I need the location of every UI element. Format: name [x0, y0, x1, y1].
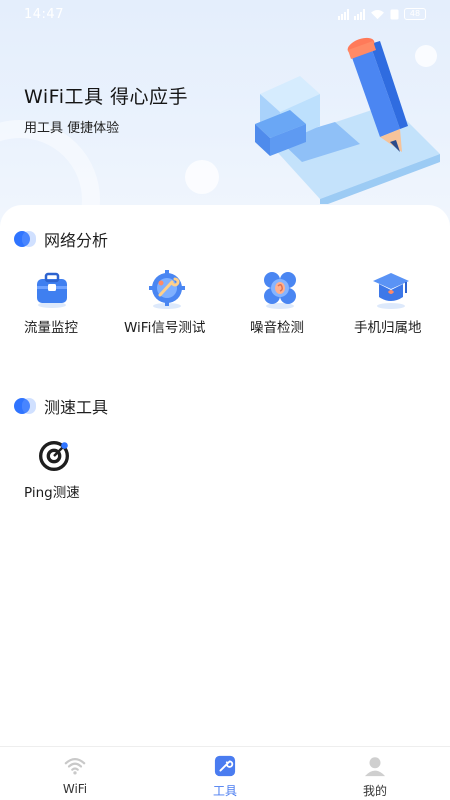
hero-subtitle: 用工具 便捷体验 [24, 121, 120, 136]
wifi-status-icon [370, 9, 385, 20]
section-bullet-icon [14, 398, 36, 414]
wifi-icon [64, 758, 86, 775]
tool-label: 流量监控 [24, 320, 78, 336]
hero-banner: 14:47 48 WiFi工具 得心应手 用工具 便捷体验 [0, 0, 450, 232]
profile-icon [364, 757, 386, 777]
nav-tab-wifi[interactable]: WiFi [0, 747, 150, 800]
cellular-signal-icon [354, 8, 365, 20]
battery-indicator: 48 [404, 8, 426, 20]
nav-label: 工具 [212, 784, 237, 798]
section-title: 测速工具 [44, 398, 109, 417]
toolbox-icon [37, 272, 67, 308]
section-header-speed-test: 测速工具 [14, 394, 108, 418]
cellular-signal-icon [338, 8, 349, 20]
ear-icon [264, 272, 296, 309]
tools-panel: 网络分析 流量监控 WiFi信号测试 噪音检测 手机归属地 测速工具 Ping测… [0, 205, 450, 748]
tools-icon [214, 755, 236, 777]
tool-phone-location[interactable]: 手机归属地 [354, 269, 450, 337]
status-bar: 14:47 48 [0, 0, 450, 30]
section-header-network-analysis: 网络分析 [14, 227, 108, 251]
status-icons: 48 [338, 8, 426, 20]
nav-label: 我的 [362, 784, 387, 798]
section-title: 网络分析 [44, 231, 109, 250]
tool-wifi-signal-test[interactable]: WiFi信号测试 [124, 269, 236, 337]
pencil-illustration [255, 37, 440, 204]
tool-label: WiFi信号测试 [124, 320, 206, 336]
hero-title: WiFi工具 得心应手 [24, 86, 189, 108]
nav-tab-tools[interactable]: 工具 [150, 747, 300, 800]
tool-noise-detection[interactable]: 噪音检测 [250, 269, 362, 337]
nav-tab-profile[interactable]: 我的 [300, 747, 450, 800]
tool-label: 噪音检测 [250, 320, 304, 336]
nav-label: WiFi [62, 782, 88, 796]
status-time: 14:47 [24, 7, 64, 22]
bottom-navigation: WiFi 工具 我的 [0, 746, 450, 800]
tool-label: 手机归属地 [354, 320, 422, 336]
decor-bubble [185, 160, 219, 194]
tool-traffic-monitor[interactable]: 流量监控 [24, 269, 136, 337]
tool-ping-test[interactable]: Ping测速 [24, 436, 136, 502]
section-bullet-icon [14, 231, 36, 247]
graduation-cap-icon [373, 273, 409, 309]
target-icon [39, 441, 69, 471]
tool-label: Ping测速 [24, 485, 80, 501]
gear-wrench-icon [149, 270, 185, 309]
sim-icon [390, 9, 399, 20]
